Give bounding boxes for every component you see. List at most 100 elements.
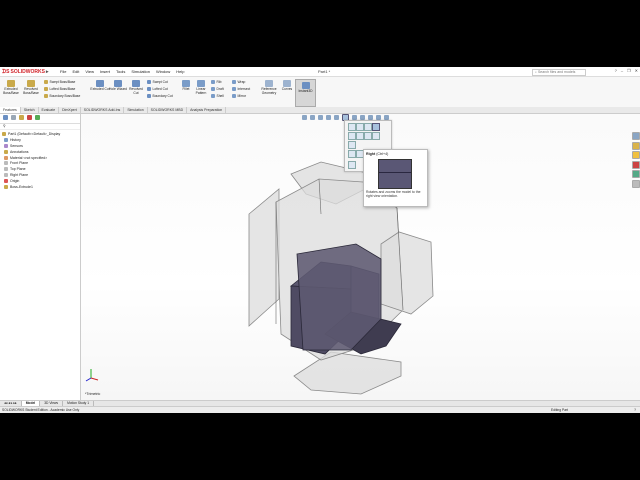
menu-view[interactable]: View	[85, 69, 94, 74]
tree-item-boss-extrude[interactable]: Boss-Extrude1	[0, 184, 80, 190]
restore-button[interactable]: ❐	[627, 68, 631, 73]
reference-geometry-button[interactable]: Reference Geometry	[259, 80, 279, 95]
draft-button[interactable]: Draft	[211, 87, 224, 91]
featuremanager-tab-icon[interactable]	[3, 115, 8, 120]
left-view-icon[interactable]	[364, 123, 372, 131]
mirror-button[interactable]: Mirror	[232, 94, 246, 98]
revolved-boss-button[interactable]: Revolved Boss/Base	[22, 80, 40, 95]
search-placeholder: Search files and models	[537, 70, 576, 74]
intersect-button[interactable]: Intersect	[232, 87, 250, 91]
draft-label: Draft	[216, 87, 224, 91]
swept-boss-button[interactable]: Swept Boss/Base	[44, 80, 75, 84]
tab-simulation[interactable]: Simulation	[124, 107, 148, 113]
help-icon[interactable]: ?	[615, 68, 617, 73]
custom-properties-icon[interactable]	[632, 179, 640, 188]
help-icon[interactable]: ?	[634, 408, 636, 412]
tree-item-label: Sensors	[10, 143, 23, 148]
menu-edit[interactable]: Edit	[72, 69, 79, 74]
menu-window[interactable]: Window	[156, 69, 170, 74]
part-icon	[2, 131, 6, 136]
reference-triad	[85, 369, 99, 382]
revolve-icon	[27, 80, 35, 87]
rib-label: Rib	[216, 80, 222, 84]
command-manager: Extruded Boss/Base Revolved Boss/Base Sw…	[0, 77, 640, 108]
menu-file[interactable]: File	[60, 69, 66, 74]
tab-features[interactable]: Features	[0, 107, 21, 113]
fillet-icon	[182, 80, 190, 87]
tab-dimxpert[interactable]: DimXpert	[59, 107, 81, 113]
appearances-icon[interactable]	[632, 170, 640, 178]
revolved-boss-label: Revolved Boss/Base	[23, 87, 39, 95]
menu-help[interactable]: Help	[176, 69, 184, 74]
boundary-cut-button[interactable]: Boundary Cut	[147, 94, 173, 98]
isometric-view-icon[interactable]	[364, 132, 372, 140]
boundary-cut-icon	[147, 94, 151, 98]
minimize-button[interactable]: –	[621, 68, 623, 73]
design-library-icon[interactable]	[632, 141, 640, 150]
dimetric-view-icon[interactable]	[348, 141, 356, 149]
hole-wizard-button[interactable]: Hole Wizard	[109, 80, 127, 92]
display-manager-tab-icon[interactable]	[35, 115, 40, 120]
solidworks-logo[interactable]: ᗪS SOLIDWORKS ▸	[2, 68, 48, 75]
boundary-boss-button[interactable]: Boundary Boss/Base	[44, 94, 80, 98]
tab-mbd[interactable]: SOLIDWORKS MBD	[148, 107, 188, 113]
search-icon: ⌕	[535, 70, 537, 74]
menu-insert[interactable]: Insert	[100, 69, 110, 74]
right-view-preview	[378, 159, 412, 189]
tab-evaluate[interactable]: Evaluate	[39, 107, 60, 113]
boundary-boss-label: Boundary Boss/Base	[49, 94, 81, 98]
status-bar: SOLIDWORKS Student Edition - Academic Us…	[0, 406, 640, 413]
lofted-boss-button[interactable]: Lofted Boss/Base	[44, 87, 75, 91]
fillet-button[interactable]: Fillet	[180, 80, 192, 92]
propertymanager-tab-icon[interactable]	[11, 115, 16, 120]
search-box[interactable]: ⌕ Search files and models	[532, 68, 586, 76]
top-view-icon[interactable]	[348, 132, 356, 140]
menu-tools[interactable]: Tools	[116, 69, 125, 74]
filter-icon: ⚲	[3, 124, 6, 128]
tree-item-label: Right Plane	[10, 173, 29, 178]
tree-item-label: Boss-Extrude1	[10, 184, 33, 189]
back-view-icon[interactable]	[356, 123, 364, 131]
view-palette-icon[interactable]	[632, 160, 640, 169]
extruded-cut-button[interactable]: Extruded Cut	[90, 80, 110, 92]
tooltip-shortcut: (Ctrl+4)	[376, 152, 389, 156]
linear-pattern-button[interactable]: Linear Pattern	[193, 80, 209, 95]
preview-edge	[379, 172, 411, 173]
tab-sketch[interactable]: Sketch	[21, 107, 39, 113]
revolved-cut-button[interactable]: Revolved Cut	[127, 80, 145, 95]
swept-cut-button[interactable]: Swept Cut	[147, 80, 168, 84]
graphics-area[interactable]: Right (Ctrl+4) Rotates and zooms the mod…	[81, 113, 640, 400]
plane-icon	[4, 167, 8, 172]
brand-name: SOLIDWORKS	[10, 68, 45, 75]
wrap-icon	[232, 80, 236, 84]
tab-analysis-preparation[interactable]: Analysis Preparation	[187, 107, 227, 113]
instant3d-button[interactable]: Instant3D	[295, 79, 316, 107]
wrap-button[interactable]: Wrap	[232, 80, 245, 84]
view-name-label: *Trimetric	[85, 392, 101, 396]
extruded-boss-button[interactable]: Extruded Boss/Base	[2, 80, 20, 95]
file-explorer-icon[interactable]	[632, 151, 640, 159]
tab-addins[interactable]: SOLIDWORKS Add-Ins	[81, 107, 125, 113]
tree-item-label: Front Plane	[10, 161, 29, 166]
rib-button[interactable]: Rib	[211, 80, 221, 84]
rib-icon	[211, 80, 215, 84]
dimxpert-tab-icon[interactable]	[27, 115, 32, 120]
normal-to-icon[interactable]	[348, 161, 356, 169]
bottom-view-icon[interactable]	[356, 132, 364, 140]
material-icon	[4, 155, 8, 160]
lofted-cut-button[interactable]: Lofted Cut	[147, 87, 168, 91]
solidworks-resources-icon[interactable]	[632, 132, 640, 140]
front-view-icon[interactable]	[348, 123, 356, 131]
revolved-cut-icon	[132, 80, 140, 87]
menu-simulation[interactable]: Simulation	[131, 69, 150, 74]
close-button[interactable]: ✕	[635, 68, 638, 73]
shell-button[interactable]: Shell	[211, 94, 224, 98]
single-view-icon[interactable]	[348, 150, 356, 158]
trimetric-view-icon[interactable]	[372, 132, 380, 140]
ghost-right-frame	[380, 231, 434, 315]
title-bar: ᗪS SOLIDWORKS ▸ File Edit View Insert To…	[0, 67, 640, 77]
tree-item-label: Origin	[10, 179, 20, 184]
curves-button[interactable]: Curves	[280, 80, 294, 92]
configuration-tab-icon[interactable]	[19, 115, 24, 120]
right-view-icon[interactable]	[372, 123, 380, 131]
